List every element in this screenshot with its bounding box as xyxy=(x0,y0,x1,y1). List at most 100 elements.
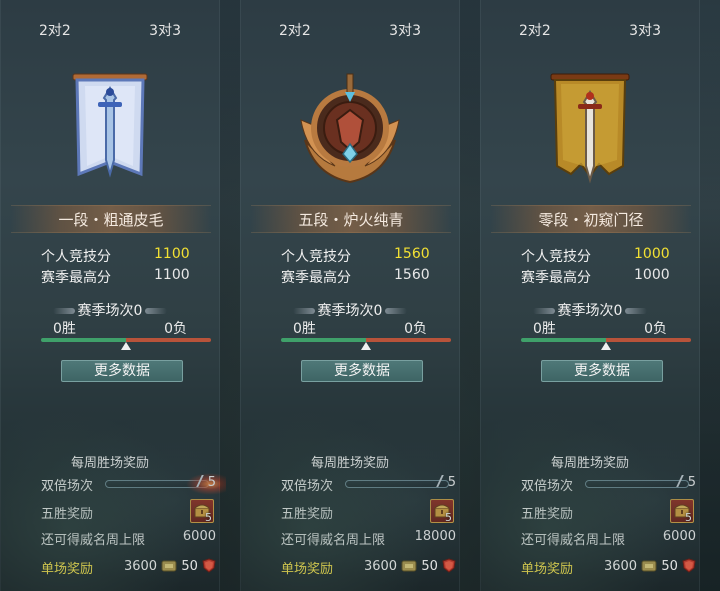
double-matches-count: 5 xyxy=(435,475,456,490)
coin-amount: 3600 xyxy=(363,559,398,574)
loss-segment xyxy=(126,338,211,342)
wing-ornament-left xyxy=(532,308,555,314)
personal-score-label: 个人竞技分 xyxy=(521,249,591,265)
double-matches-label: 双倍场次 xyxy=(521,479,574,494)
shield-amount: 50 xyxy=(181,559,198,574)
tab-3v3[interactable]: 3对3 xyxy=(629,20,661,40)
rank-title: 五段・炉火纯青 xyxy=(251,205,451,233)
prestige-cap-value: 6000 xyxy=(182,529,216,544)
single-reward-values: 3600 50 xyxy=(604,558,696,574)
tab-3v3[interactable]: 3对3 xyxy=(389,20,421,40)
season-best-label: 赛季最高分 xyxy=(41,270,111,286)
shield-amount: 50 xyxy=(661,559,678,574)
single-reward-label: 单场奖励 xyxy=(521,562,574,577)
coin-icon xyxy=(401,560,417,572)
wing-ornament-left xyxy=(52,308,75,314)
double-matches-count: 5 xyxy=(195,475,216,490)
season-best-label: 赛季最高分 xyxy=(521,270,591,286)
win-segment xyxy=(281,338,366,342)
reward-chest-icon[interactable]: 5 xyxy=(670,499,694,524)
double-matches-row: 双倍场次 5 xyxy=(521,475,696,495)
win-segment xyxy=(521,338,606,342)
single-reward-row: 单场奖励 3600 50 xyxy=(521,558,696,578)
weekly-rewards-title: 每周胜场奖励 xyxy=(550,456,629,471)
rank-panel-1: 2对2 3对3 一段・粗通皮毛 个人竞技分 1100 赛季最高分 1100 赛季… xyxy=(0,0,226,591)
shield-icon xyxy=(202,558,216,573)
season-best-value: 1000 xyxy=(634,267,670,283)
loss-segment xyxy=(606,338,691,342)
season-matches-title: 赛季场次0 xyxy=(481,300,699,320)
single-reward-row: 单场奖励 3600 50 xyxy=(41,558,216,578)
coin-amount: 3600 xyxy=(123,559,158,574)
losses-count: 0负 xyxy=(644,321,667,337)
coin-icon xyxy=(161,560,177,572)
personal-score-row: 个人竞技分 1100 xyxy=(41,246,201,266)
rank-title: 零段・初窥门径 xyxy=(491,205,691,233)
shield-icon xyxy=(442,558,456,573)
double-matches-bar xyxy=(345,480,449,488)
coin-icon xyxy=(641,560,657,572)
shield-icon xyxy=(682,558,696,573)
prestige-cap-label: 还可得威名周上限 xyxy=(281,533,386,548)
double-matches-row: 双倍场次 5 xyxy=(281,475,456,495)
prestige-cap-label: 还可得威名周上限 xyxy=(521,533,626,548)
season-best-row: 赛季最高分 1100 xyxy=(41,267,201,287)
wing-ornament-right xyxy=(145,308,168,314)
chest-count: 5 xyxy=(685,511,692,524)
personal-score-row: 个人竞技分 1560 xyxy=(281,246,441,266)
single-reward-label: 单场奖励 xyxy=(281,562,334,577)
season-matches-label: 赛季场次0 xyxy=(317,303,383,319)
chest-count: 5 xyxy=(205,511,212,524)
ratio-marker-icon xyxy=(121,342,131,350)
single-reward-values: 3600 50 xyxy=(124,558,216,574)
win-segment xyxy=(41,338,126,342)
single-reward-label: 单场奖励 xyxy=(41,562,94,577)
single-reward-row: 单场奖励 3600 50 xyxy=(281,558,456,578)
five-win-label: 五胜奖励 xyxy=(41,507,94,522)
personal-score-label: 个人竞技分 xyxy=(281,249,351,265)
more-data-button[interactable]: 更多数据 xyxy=(301,360,423,382)
double-matches-row: 双倍场次 5 xyxy=(41,473,226,495)
single-reward-values: 3600 50 xyxy=(364,558,456,574)
double-matches-count: 5 xyxy=(675,475,696,490)
more-data-button[interactable]: 更多数据 xyxy=(541,360,663,382)
rank-panel-2: 2对2 3对3 五段・炉火纯青 个人竞技分 1560 赛季最高分 1560 赛季… xyxy=(240,0,460,591)
five-win-label: 五胜奖励 xyxy=(521,507,574,522)
reward-chest-icon[interactable]: 5 xyxy=(190,499,214,524)
wing-ornament-right xyxy=(625,308,648,314)
panel-gap xyxy=(220,0,240,591)
personal-score-label: 个人竞技分 xyxy=(41,249,111,265)
wing-ornament-right xyxy=(385,308,408,314)
double-matches-label: 双倍场次 xyxy=(41,479,94,494)
wing-ornament-left xyxy=(292,308,315,314)
mode-tabs: 2对2 3对3 xyxy=(481,20,699,42)
more-data-button[interactable]: 更多数据 xyxy=(61,360,183,382)
five-win-row: 五胜奖励 5 xyxy=(521,499,696,524)
tab-3v3[interactable]: 3对3 xyxy=(149,20,181,40)
personal-score-value: 1000 xyxy=(634,246,670,262)
panel-gap xyxy=(460,0,480,591)
coin-amount: 3600 xyxy=(603,559,638,574)
tab-2v2[interactable]: 2对2 xyxy=(39,20,71,40)
season-best-value: 1560 xyxy=(394,267,430,283)
prestige-cap-row: 还可得威名周上限 6000 xyxy=(521,529,696,549)
personal-score-row: 个人竞技分 1000 xyxy=(521,246,681,266)
five-win-row: 五胜奖励 5 xyxy=(41,499,216,524)
reward-chest-icon[interactable]: 5 xyxy=(430,499,454,524)
season-best-row: 赛季最高分 1000 xyxy=(521,267,681,287)
personal-score-value: 1560 xyxy=(394,246,430,262)
tab-2v2[interactable]: 2对2 xyxy=(279,20,311,40)
tab-2v2[interactable]: 2对2 xyxy=(519,20,551,40)
losses-count: 0负 xyxy=(164,321,187,337)
double-matches-label: 双倍场次 xyxy=(281,479,334,494)
wins-count: 0胜 xyxy=(53,321,76,337)
season-matches-label: 赛季场次0 xyxy=(77,303,143,319)
chest-count: 5 xyxy=(445,511,452,524)
season-best-value: 1100 xyxy=(154,267,190,283)
ratio-marker-icon xyxy=(361,342,371,350)
prestige-cap-value: 6000 xyxy=(662,529,696,544)
gold-banner-sword-icon xyxy=(535,70,645,188)
five-win-label: 五胜奖励 xyxy=(281,507,334,522)
personal-score-value: 1100 xyxy=(154,246,190,262)
weekly-rewards-title: 每周胜场奖励 xyxy=(310,456,389,471)
